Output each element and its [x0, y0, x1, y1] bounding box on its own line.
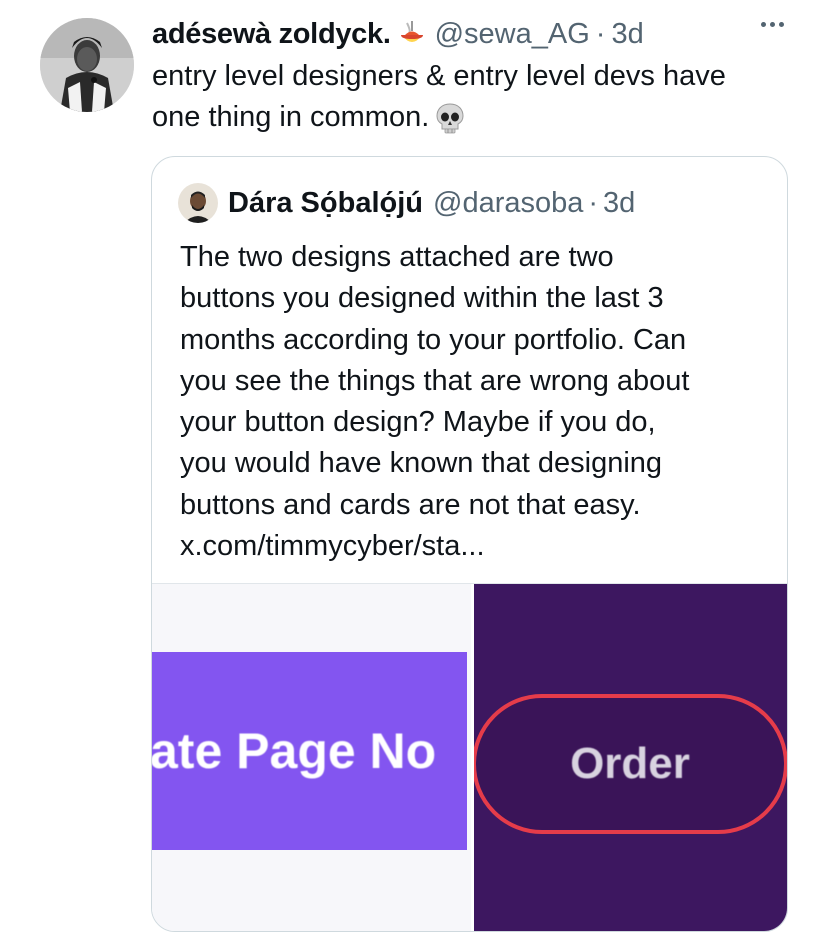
- quoted-author-avatar[interactable]: [178, 183, 218, 223]
- separator-dot: ·: [588, 186, 599, 219]
- tweet-time[interactable]: 3d: [611, 18, 643, 51]
- separator-dot: ·: [595, 17, 606, 50]
- quoted-author-display-name[interactable]: Dára Sọ́balọ́jú: [228, 187, 423, 220]
- skull-icon: [435, 102, 465, 134]
- author-display-name[interactable]: adésewà zoldyck.: [152, 18, 391, 51]
- order-button-label: Order: [570, 739, 690, 788]
- quoted-author-avatar-photo: [178, 183, 218, 223]
- tweet-header: adésewà zoldyck. @sewa_AG · 3d: [152, 14, 644, 54]
- quoted-text-line: buttons you designed within the last 3: [180, 282, 664, 315]
- quoted-tweet-text: The two designs attached are two buttons…: [180, 237, 780, 567]
- quoted-text-line: months according to your portfolio. Can: [180, 323, 687, 356]
- quoted-text-line: you would have known that designing: [180, 447, 663, 480]
- author-handle[interactable]: @sewa_AG: [435, 18, 590, 51]
- author-avatar[interactable]: [40, 18, 134, 112]
- purple-button-label: ate Page No: [152, 723, 437, 779]
- quoted-text-line: The two designs attached are two: [180, 241, 614, 273]
- spaghetti-icon: [399, 19, 425, 49]
- purple-button-screenshot: ate Page No: [152, 652, 467, 850]
- quoted-tweet-time[interactable]: 3d: [603, 187, 635, 220]
- tweet-text: entry level designers & entry level devs…: [152, 56, 802, 138]
- quoted-text-line: buttons and cards are not that easy.: [180, 488, 641, 521]
- quoted-tweet-card[interactable]: Dára Sọ́balọ́jú @darasoba · 3d The two d…: [151, 156, 788, 932]
- quoted-text-line: your button design? Maybe if you do,: [180, 406, 656, 439]
- quoted-text-link[interactable]: x.com/timmycyber/sta...: [180, 526, 780, 567]
- more-horizontal-icon[interactable]: [761, 22, 784, 27]
- tweet-text-line: entry level designers & entry level devs…: [152, 60, 726, 92]
- media-image-2[interactable]: Order: [474, 584, 787, 931]
- tweet-text-line-with-emoji: one thing in common.: [152, 97, 802, 138]
- order-button-screenshot: Order: [474, 694, 787, 834]
- quoted-text-line: you see the things that are wrong about: [180, 364, 690, 397]
- quoted-tweet-header: Dára Sọ́balọ́jú @darasoba · 3d: [178, 183, 635, 223]
- author-avatar-photo: [40, 18, 134, 112]
- media-image-1[interactable]: ate Page No: [152, 584, 471, 931]
- quoted-author-handle[interactable]: @darasoba: [433, 187, 583, 220]
- tweet-text-line: one thing in common.: [152, 101, 430, 133]
- quoted-tweet-media: ate Page No Order: [152, 583, 787, 931]
